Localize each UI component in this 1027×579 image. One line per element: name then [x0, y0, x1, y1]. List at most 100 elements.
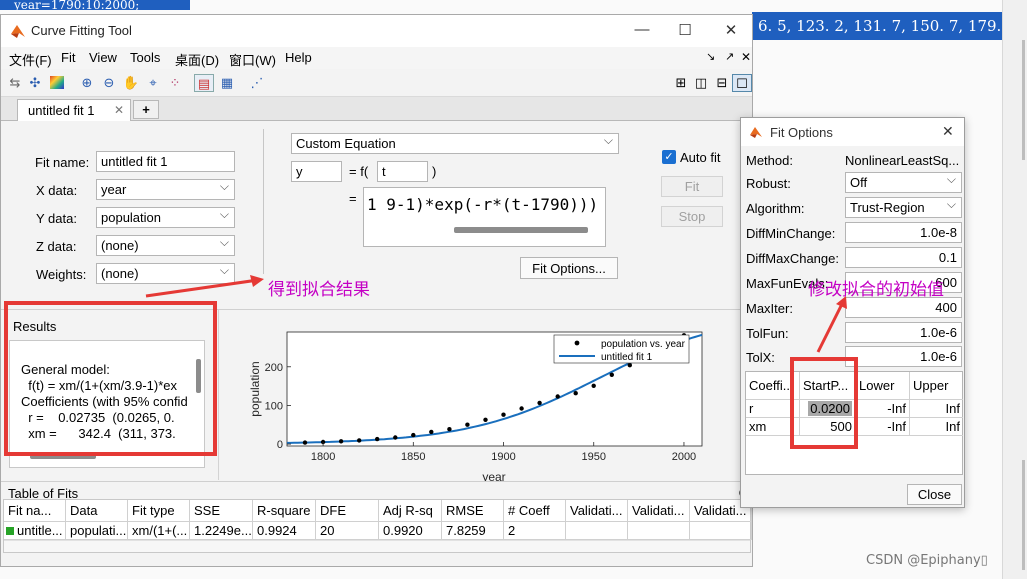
menu-window[interactable]: 窗口(W) [229, 50, 276, 69]
legend-icon[interactable]: ▤ [194, 74, 214, 92]
table-column-header[interactable]: RMSE [442, 500, 504, 522]
menu-close-icon[interactable]: ✕ [741, 50, 751, 64]
upper-cell[interactable]: Inf [910, 400, 963, 418]
method-value: NonlinearLeastSq... [845, 153, 960, 168]
grid-icon[interactable]: ▦ [217, 74, 237, 92]
pan-hand-icon[interactable]: ✋ [121, 74, 141, 92]
auto-fit-label: Auto fit [680, 150, 721, 165]
dependent-var-input[interactable]: y [291, 161, 342, 182]
independent-var-input[interactable]: t [377, 161, 428, 182]
menu-tools[interactable]: Tools [130, 50, 160, 65]
table-cell[interactable]: 20 [316, 522, 379, 540]
y-tick-label: 200 [265, 362, 283, 374]
colormap-icon[interactable] [47, 74, 67, 92]
editor-scrollbar-lower[interactable] [1022, 460, 1025, 570]
tab-untitled-fit-1[interactable]: untitled fit 1 ✕ [17, 99, 131, 121]
robust-select[interactable]: Off [845, 172, 962, 193]
menu-desktop[interactable]: 桌面(D) [175, 50, 219, 69]
table-column-header[interactable]: # Coeff [504, 500, 566, 522]
tolfun-input[interactable]: 1.0e-6 [845, 322, 962, 343]
lower-cell[interactable]: -Inf [856, 400, 910, 418]
table-cell[interactable]: 7.8259 [442, 522, 504, 540]
zoom-in-icon[interactable]: ⊕ [77, 74, 97, 92]
robust-label: Robust: [746, 176, 791, 191]
table-column-header[interactable]: Fit na... [4, 500, 66, 522]
menu-view[interactable]: View [89, 50, 117, 65]
table-column-header[interactable]: Fit type [128, 500, 190, 522]
tile-2x2-icon[interactable]: ⊞ [671, 74, 691, 92]
tolx-input[interactable]: 1.0e-6 [845, 346, 962, 367]
table-cell[interactable] [690, 522, 752, 540]
axes-limits-icon[interactable]: ⋰ [247, 74, 267, 92]
table-column-header[interactable]: DFE [316, 500, 379, 522]
menu-fit[interactable]: Fit [61, 50, 75, 65]
maxiter-input[interactable]: 400 [845, 297, 962, 318]
table-column-header[interactable]: SSE [190, 500, 253, 522]
table-cell[interactable]: 0.9920 [379, 522, 442, 540]
fit-button[interactable]: Fit [661, 176, 723, 197]
table-column-header[interactable]: Adj R-sq [379, 500, 442, 522]
table-cell[interactable]: 2 [504, 522, 566, 540]
weights-label: Weights: [36, 267, 87, 282]
table-cell[interactable]: 1.2249e... [190, 522, 253, 540]
undock-arrow-icon[interactable]: ↘ [706, 50, 715, 63]
tile-rows-icon[interactable]: ⊟ [712, 74, 732, 92]
equation-editor[interactable]: 1 9-1)*exp(-r*(t-1790))) [363, 187, 606, 247]
grid-header: Lower [856, 372, 910, 400]
maximize-icon[interactable]: ☐ [675, 21, 695, 39]
pan-arrows-icon[interactable]: ⇆ [5, 74, 25, 92]
table-hscrollbar[interactable] [4, 540, 750, 552]
tile-columns-icon[interactable]: ◫ [691, 74, 711, 92]
dock-arrow-icon[interactable]: ↗ [725, 50, 734, 63]
table-cell[interactable] [628, 522, 690, 540]
editor-scrollbar[interactable] [1022, 40, 1025, 160]
tab-close-icon[interactable]: ✕ [114, 103, 124, 117]
fit-type-select[interactable]: Custom Equation [291, 133, 619, 154]
fit-name-input[interactable]: untitled fit 1 [96, 151, 235, 172]
zoom-out-icon[interactable]: ⊖ [99, 74, 119, 92]
dialog-close-icon[interactable]: ✕ [942, 123, 954, 140]
table-column-header[interactable]: Validati... [628, 500, 690, 522]
table-column-header[interactable]: Validati... [566, 500, 628, 522]
upper-cell[interactable]: Inf [910, 418, 963, 436]
diffminchange-input[interactable]: 1.0e-8 [845, 222, 962, 243]
z-data-select[interactable]: (none) [96, 235, 235, 256]
x-data-select[interactable]: year [96, 179, 235, 200]
table-cell[interactable]: untitle... [4, 522, 66, 540]
z-data-label: Z data: [36, 239, 77, 254]
new-fit-tab-button[interactable]: + [133, 100, 159, 119]
menu-file[interactable]: 文件(F) [9, 50, 52, 69]
exclude-outliers-icon[interactable]: ⁘ [165, 74, 185, 92]
lower-cell[interactable]: -Inf [856, 418, 910, 436]
legend-label-data: population vs. year [601, 339, 686, 350]
diffmaxchange-input[interactable]: 0.1 [845, 247, 962, 268]
close-icon[interactable]: ✕ [721, 21, 741, 39]
matlab-logo-icon [11, 25, 25, 38]
y-data-select[interactable]: population [96, 207, 235, 228]
fit-plot[interactable]: 1800 1850 1900 1950 20000100200 year populat… [241, 324, 711, 486]
table-of-fits[interactable]: Fit na... untitle... Data populati... Fit ty… [3, 499, 752, 553]
stop-button[interactable]: Stop [661, 206, 723, 227]
close-button[interactable]: Close [907, 484, 962, 505]
menu-help[interactable]: Help [285, 50, 312, 65]
startpoint-annotation: 修改拟合的初始值 [808, 280, 944, 300]
auto-fit-checkbox[interactable]: ✓ [662, 150, 676, 164]
table-column-header[interactable]: R-square [253, 500, 316, 522]
table-cell[interactable]: xm/(1+(... [128, 522, 190, 540]
tab-label: untitled fit 1 [28, 103, 95, 118]
close-paren-label: ) [432, 164, 437, 179]
y-tick-label: 0 [277, 439, 283, 451]
tile-single-icon[interactable]: ☐ [732, 74, 752, 92]
table-cell[interactable] [566, 522, 628, 540]
title-bar[interactable]: Curve Fitting Tool — ☐ ✕ [1, 15, 752, 47]
data-cursor-icon[interactable]: ✣ [25, 74, 45, 92]
minimize-icon[interactable]: — [632, 21, 652, 38]
fit-options-title-bar[interactable]: Fit Options ✕ [741, 118, 964, 146]
table-column-header[interactable]: Data [66, 500, 128, 522]
algorithm-select[interactable]: Trust-Region [845, 197, 962, 218]
table-cell[interactable]: populati... [66, 522, 128, 540]
table-cell[interactable]: 0.9924 [253, 522, 316, 540]
equation-scrollbar[interactable] [454, 227, 588, 233]
fit-options-button[interactable]: Fit Options... [520, 257, 618, 279]
data-tip-icon[interactable]: ⌖ [143, 74, 163, 92]
